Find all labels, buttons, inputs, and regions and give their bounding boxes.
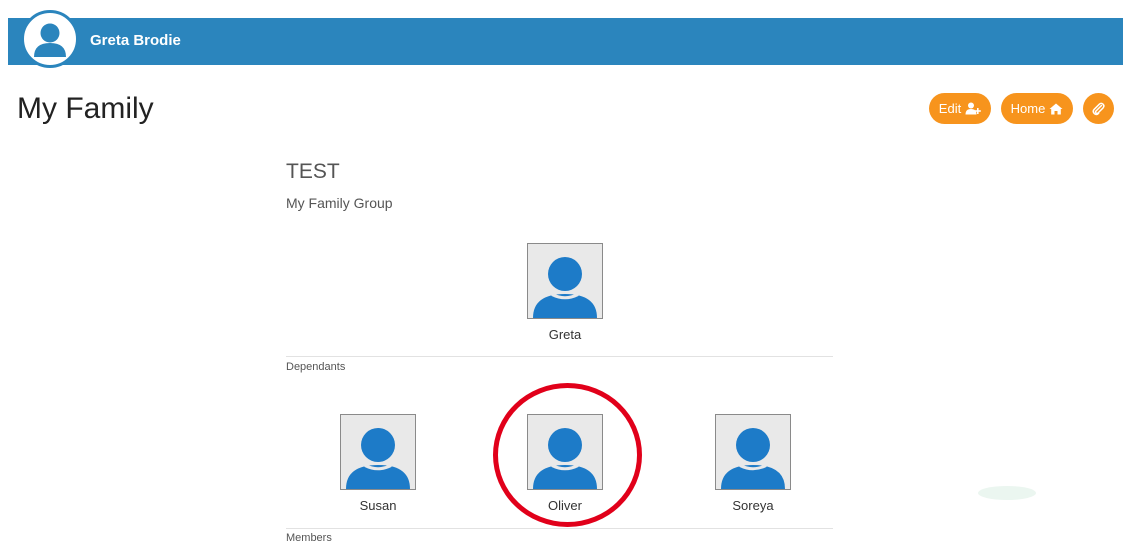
dependant-card[interactable]: Oliver — [505, 414, 625, 513]
page-title: My Family — [17, 92, 154, 125]
divider — [286, 528, 833, 529]
person-name: Greta — [548, 327, 582, 342]
person-name: Susan — [359, 498, 397, 513]
group-subtitle: My Family Group — [286, 195, 393, 211]
paperclip-icon — [1092, 102, 1105, 116]
edit-button[interactable]: Edit — [929, 93, 991, 124]
dependant-card[interactable]: Soreya — [693, 414, 813, 513]
background-smudge — [978, 486, 1036, 500]
edit-button-label: Edit — [938, 101, 962, 116]
person-silhouette-icon — [527, 243, 603, 319]
user-avatar-icon[interactable] — [21, 10, 79, 68]
home-button-label: Home — [1010, 101, 1046, 116]
person-silhouette-icon — [340, 414, 416, 490]
user-name[interactable]: Greta Brodie — [90, 32, 181, 49]
top-bar: Greta Brodie — [8, 18, 1123, 65]
dependants-label: Dependants — [286, 361, 346, 373]
person-name: Soreya — [732, 498, 774, 513]
divider — [286, 356, 833, 357]
group-name: TEST — [286, 160, 340, 183]
family-head-card[interactable]: Greta — [505, 243, 625, 342]
person-silhouette-icon — [527, 414, 603, 490]
home-icon — [1049, 103, 1063, 115]
person-name: Oliver — [548, 498, 582, 513]
home-button[interactable]: Home — [1001, 93, 1073, 124]
add-user-icon — [965, 102, 982, 115]
attachment-button[interactable] — [1083, 93, 1114, 124]
person-silhouette-icon — [715, 414, 791, 490]
dependant-card[interactable]: Susan — [318, 414, 438, 513]
members-label: Members — [286, 532, 332, 544]
